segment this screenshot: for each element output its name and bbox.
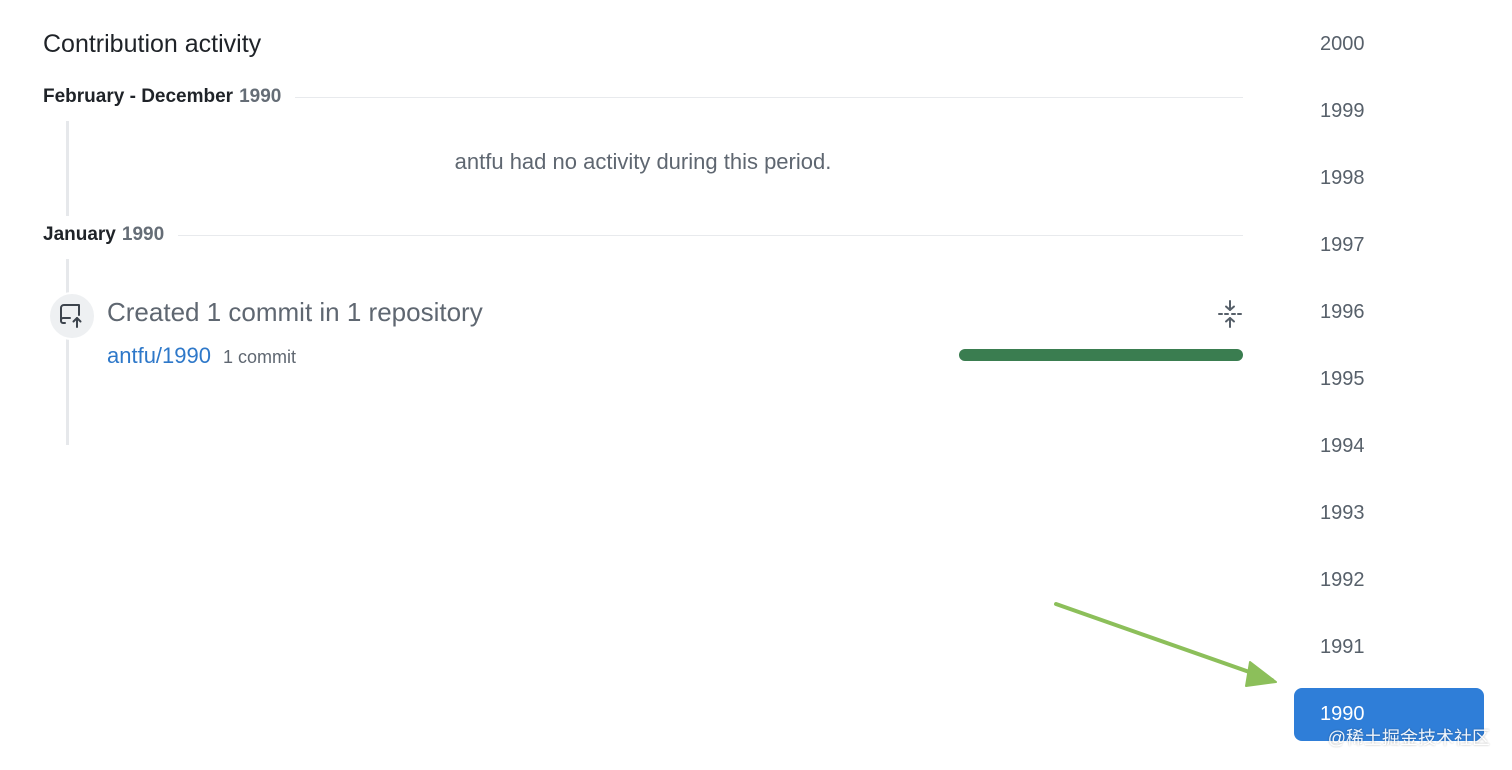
period-label: January 1990 <box>43 224 164 246</box>
repo-row: antfu/1990 1 commit <box>107 343 296 369</box>
year-navigation: 2000 1999 1998 1997 1996 1995 1994 1993 1992 1991… <box>1294 18 1484 755</box>
year-link-1993[interactable]: 1993 <box>1294 487 1484 540</box>
watermark: @稀土掘金技术社区 <box>1327 728 1490 748</box>
period-divider <box>295 96 1243 98</box>
collapse-icon[interactable] <box>1216 299 1244 329</box>
repo-push-icon <box>48 292 96 340</box>
commit-progress-bar <box>959 349 1243 361</box>
no-activity-message: antfu had no activity during this period… <box>454 149 832 174</box>
year-link-2000[interactable]: 2000 <box>1294 18 1484 71</box>
period-year: 1990 <box>121 224 165 245</box>
period-header-feb-dec: February - December 1990 <box>43 86 1243 108</box>
year-link-1991[interactable]: 1991 <box>1294 621 1484 674</box>
period-divider <box>178 234 1243 236</box>
repo-link[interactable]: antfu/1990 <box>107 343 211 369</box>
period-months: January <box>43 224 116 245</box>
year-link-1997[interactable]: 1997 <box>1294 219 1484 272</box>
year-link-1992[interactable]: 1992 <box>1294 554 1484 607</box>
year-link-1996[interactable]: 1996 <box>1294 286 1484 339</box>
year-link-1998[interactable]: 1998 <box>1294 152 1484 205</box>
contribution-activity-page: Contribution activity February - Decembe… <box>0 0 1512 770</box>
year-link-1995[interactable]: 1995 <box>1294 353 1484 406</box>
timeline-line <box>66 259 69 445</box>
period-months: February - December <box>43 86 234 107</box>
commit-summary-title: Created 1 commit in 1 repository <box>107 297 483 327</box>
period-year: 1990 <box>239 86 282 107</box>
year-link-1999[interactable]: 1999 <box>1294 85 1484 138</box>
commit-progress-fill <box>959 349 1243 361</box>
period-header-january: January 1990 <box>43 224 1243 246</box>
annotation-arrow <box>1054 602 1277 687</box>
contribution-activity-heading: Contribution activity <box>43 30 262 58</box>
year-link-1994[interactable]: 1994 <box>1294 420 1484 473</box>
commit-count: 1 commit <box>222 347 296 367</box>
period-label: February - December 1990 <box>43 86 281 108</box>
